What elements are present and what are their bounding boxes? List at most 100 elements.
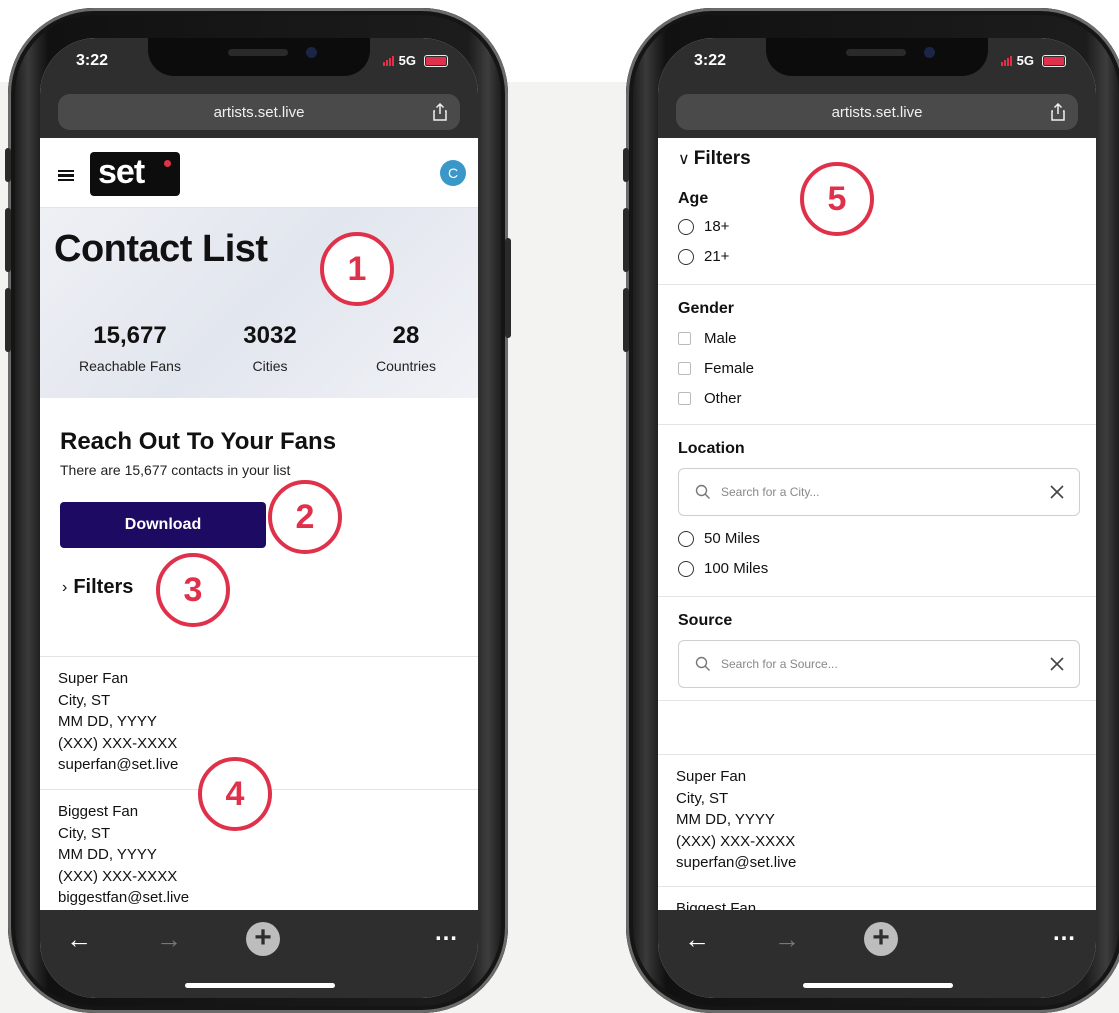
checkbox[interactable] — [678, 362, 691, 375]
forward-arrow-icon[interactable]: → — [156, 926, 182, 952]
url-bar[interactable]: artists.set.live — [676, 94, 1078, 130]
contact-email: superfan@set.live — [676, 854, 797, 871]
list-item[interactable]: Super Fan City, ST MM DD, YYYY (XXX) XXX… — [676, 766, 796, 874]
gender-option-other[interactable]: Other — [678, 390, 742, 407]
signal-icon — [382, 55, 395, 66]
menu-icon[interactable] — [58, 170, 74, 181]
contact-email: superfan@set.live — [58, 756, 179, 773]
search-icon — [695, 484, 710, 499]
radio-button[interactable] — [678, 530, 694, 547]
list-item[interactable]: Biggest Fan — [676, 898, 756, 910]
download-button[interactable]: Download — [60, 502, 266, 548]
contact-location: City, ST — [676, 789, 729, 807]
radio-button[interactable] — [678, 560, 694, 577]
stat-cities: 3032 Cities — [200, 322, 340, 374]
power-button — [505, 238, 511, 338]
stat-value: 15,677 — [93, 322, 167, 349]
network-indicator: 5G — [1000, 53, 1066, 68]
home-indicator — [185, 983, 335, 988]
checkbox[interactable] — [678, 332, 691, 345]
phone-right: 3:22 5G artists.set.live ∨ Filters Age 1 — [623, 8, 1119, 1013]
annotation-marker-1: 1 — [320, 232, 394, 306]
avatar[interactable]: C — [440, 160, 466, 186]
forward-arrow-icon[interactable]: → — [774, 926, 800, 952]
volume-up-button — [5, 208, 11, 272]
stat-value: 28 — [392, 322, 420, 349]
url-bar[interactable]: artists.set.live — [58, 94, 460, 130]
set-logo[interactable]: set — [90, 152, 180, 196]
chevron-down-icon: ∨ — [678, 151, 690, 168]
share-icon[interactable] — [432, 103, 448, 121]
browser-chrome: artists.set.live — [40, 90, 478, 138]
contact-list-hero: Contact List 15,677 Reachable Fans 3032 … — [40, 208, 478, 398]
phone-screen: 3:22 5G artists.set.live ∨ Filters Age 1 — [658, 38, 1096, 998]
filters-toggle[interactable]: › Filters — [62, 576, 133, 599]
site-header: set C — [40, 138, 478, 208]
list-item[interactable]: Super Fan City, ST MM DD, YYYY (XXX) XXX… — [58, 668, 178, 776]
stat-label: Cities — [252, 358, 288, 374]
option-label: Female — [704, 360, 755, 377]
back-arrow-icon[interactable]: ← — [684, 926, 710, 952]
mute-switch — [623, 148, 629, 182]
browser-toolbar: ← → + … — [40, 910, 478, 998]
contact-date: MM DD, YYYY — [58, 713, 157, 730]
annotation-marker-5: 5 — [800, 162, 874, 236]
stat-reachable-fans: 15,677 Reachable Fans — [60, 322, 200, 374]
phone-left: 3:22 5G artists.set.live set C Contact L… — [5, 8, 511, 1013]
contact-name: Super Fan — [676, 768, 747, 785]
reach-subtitle: There are 15,677 contacts in your list — [60, 462, 291, 478]
radio-button[interactable] — [678, 248, 694, 265]
network-label: 5G — [1016, 53, 1034, 68]
status-bar: 3:22 5G — [658, 38, 1096, 90]
distance-option-100[interactable]: 100 Miles — [678, 560, 768, 577]
stat-value: 3032 — [243, 322, 297, 349]
city-search-input[interactable]: Search for a City... — [678, 468, 1080, 516]
signal-icon — [1000, 55, 1013, 66]
radio-button[interactable] — [678, 218, 694, 235]
option-label: Male — [704, 330, 737, 347]
back-arrow-icon[interactable]: ← — [66, 926, 92, 952]
contact-name: Super Fan — [58, 670, 129, 687]
network-label: 5G — [398, 53, 416, 68]
gender-option-male[interactable]: Male — [678, 330, 737, 347]
stat-label: Reachable Fans — [79, 358, 181, 374]
divider — [658, 886, 1096, 887]
stat-countries: 28 Countries — [336, 322, 476, 374]
filters-label: Filters — [73, 576, 134, 598]
reach-title: Reach Out To Your Fans — [60, 428, 337, 455]
share-icon[interactable] — [1050, 103, 1066, 121]
close-icon[interactable] — [1049, 656, 1065, 672]
option-label: 50 Miles — [704, 530, 760, 547]
annotation-marker-4: 4 — [198, 757, 272, 831]
mute-switch — [5, 148, 11, 182]
battery-icon — [424, 54, 448, 67]
contact-name: Biggest Fan — [58, 803, 139, 820]
contact-location: City, ST — [58, 824, 111, 842]
contact-phone: (XXX) XXX-XXXX — [58, 867, 178, 885]
age-option-18[interactable]: 18+ — [678, 218, 729, 235]
filters-toggle[interactable]: ∨ Filters — [678, 148, 751, 170]
more-icon[interactable]: … — [1052, 920, 1076, 946]
filters-label: Filters — [693, 148, 751, 169]
distance-option-50[interactable]: 50 Miles — [678, 530, 760, 547]
divider — [40, 656, 478, 657]
contact-phone: (XXX) XXX-XXXX — [58, 734, 178, 752]
page-content: ∨ Filters Age 18+ 21+ Gender Male Female — [658, 138, 1096, 910]
status-time: 3:22 — [694, 52, 727, 69]
age-option-21[interactable]: 21+ — [678, 248, 729, 265]
close-icon[interactable] — [1049, 484, 1065, 500]
source-search-input[interactable]: Search for a Source... — [678, 640, 1080, 688]
more-icon[interactable]: … — [434, 920, 458, 946]
gender-option-female[interactable]: Female — [678, 360, 754, 377]
new-tab-plus-icon[interactable]: + — [864, 922, 898, 956]
browser-toolbar: ← → + … — [658, 910, 1096, 998]
gender-label: Gender — [678, 300, 735, 317]
list-item[interactable]: Biggest Fan City, ST MM DD, YYYY (XXX) X… — [58, 801, 189, 909]
new-tab-plus-icon[interactable]: + — [246, 922, 280, 956]
location-label: Location — [678, 440, 745, 457]
url-text: artists.set.live — [831, 103, 923, 121]
checkbox[interactable] — [678, 392, 691, 405]
notch — [148, 38, 370, 76]
divider — [658, 596, 1096, 597]
contact-location: City, ST — [58, 691, 111, 709]
